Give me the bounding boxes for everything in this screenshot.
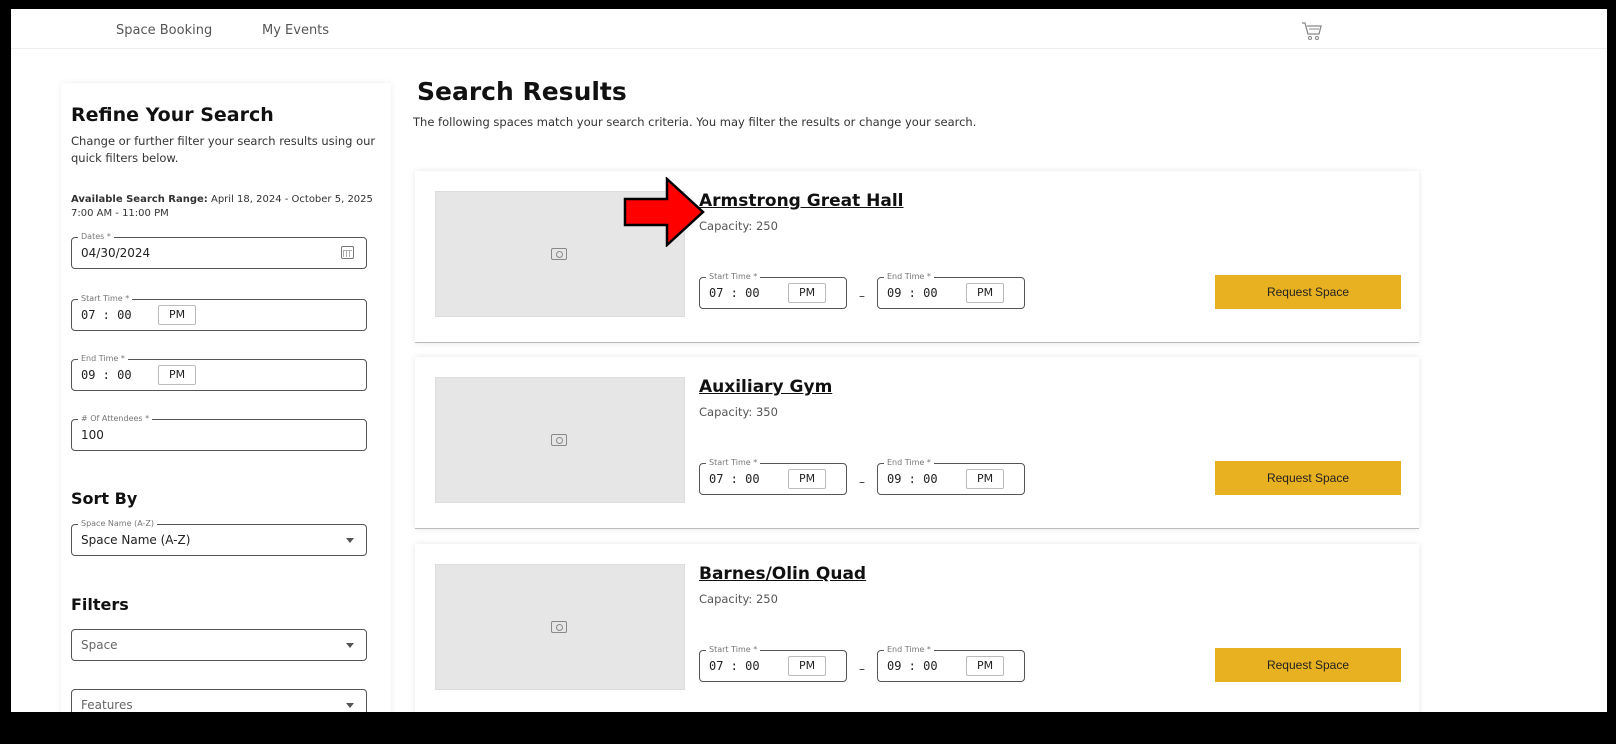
start-time-label: Start Time *	[706, 644, 761, 656]
space-result-card: Armstrong Great Hall Capacity: 250 Start…	[415, 171, 1419, 343]
end-time-field[interactable]: End Time * 09 : 00 PM	[877, 457, 1025, 495]
time-range-dash: –	[859, 289, 865, 303]
calendar-icon[interactable]	[341, 246, 354, 259]
start-time-field[interactable]: Start Time * 07 : 00 PM	[699, 457, 847, 495]
space-name-link[interactable]: Barnes/Olin Quad	[699, 564, 866, 584]
camera-icon	[551, 621, 567, 633]
space-name-link[interactable]: Armstrong Great Hall	[699, 191, 904, 211]
space-result-card: Barnes/Olin Quad Capacity: 250 Start Tim…	[415, 544, 1419, 712]
end-time-field[interactable]: End Time * 09 : 00 PM	[71, 353, 367, 391]
start-time-ampm[interactable]: PM	[158, 305, 196, 325]
sort-by-value: Space Name (A-Z)	[81, 533, 191, 547]
camera-icon	[551, 434, 567, 446]
end-time-value[interactable]: 09 : 00	[81, 368, 132, 382]
range-label: Available Search Range:	[71, 194, 208, 205]
space-name-link[interactable]: Auxiliary Gym	[699, 377, 832, 397]
refine-search-description: Change or further filter your search res…	[71, 134, 376, 165]
features-filter-placeholder: Features	[81, 698, 133, 712]
end-time-value[interactable]: 09 : 00	[887, 472, 938, 486]
end-time-ampm[interactable]: PM	[158, 365, 196, 385]
space-capacity: Capacity: 250	[699, 592, 778, 606]
chevron-down-icon	[346, 703, 354, 708]
sort-by-heading: Sort By	[71, 489, 138, 508]
space-image-placeholder	[435, 564, 685, 690]
refine-search-title: Refine Your Search	[71, 104, 274, 126]
start-time-value[interactable]: 07 : 00	[709, 286, 760, 300]
space-result-card: Auxiliary Gym Capacity: 350 Start Time *…	[415, 357, 1419, 529]
end-time-label: End Time *	[78, 353, 128, 365]
end-time-label: End Time *	[884, 457, 934, 469]
space-filter-placeholder: Space	[81, 638, 118, 652]
end-time-ampm[interactable]: PM	[966, 283, 1004, 303]
red-arrow-annotation-icon	[623, 177, 705, 247]
end-time-field[interactable]: End Time * 09 : 00 PM	[877, 271, 1025, 309]
search-results-description: The following spaces match your search c…	[413, 115, 977, 129]
start-time-field[interactable]: Start Time * 07 : 00 PM	[699, 644, 847, 682]
start-time-value[interactable]: 07 : 00	[709, 472, 760, 486]
attendees-field[interactable]: # Of Attendees * 100	[71, 413, 367, 451]
attendees-value: 100	[81, 428, 104, 442]
page-frame: Space Booking My Events Refine Your Sear…	[11, 9, 1607, 712]
start-time-field[interactable]: Start Time * 07 : 00 PM	[699, 271, 847, 309]
end-time-ampm[interactable]: PM	[966, 656, 1004, 676]
start-time-field[interactable]: Start Time * 07 : 00 PM	[71, 293, 367, 331]
space-filter-select[interactable]: Space	[71, 629, 367, 661]
page-title: Search Results	[417, 77, 627, 106]
camera-icon	[551, 248, 567, 260]
end-time-label: End Time *	[884, 644, 934, 656]
dates-label: Dates *	[78, 231, 114, 243]
start-time-value[interactable]: 07 : 00	[709, 659, 760, 673]
start-time-label: Start Time *	[78, 293, 133, 305]
start-time-ampm[interactable]: PM	[788, 283, 826, 303]
cart-icon[interactable]	[1301, 21, 1323, 41]
refine-search-panel: Refine Your Search Change or further fil…	[61, 83, 391, 712]
features-filter-select[interactable]: Features	[71, 689, 367, 712]
nav-my-events[interactable]: My Events	[262, 23, 329, 38]
request-space-button[interactable]: Request Space	[1215, 275, 1401, 309]
end-time-label: End Time *	[884, 271, 934, 283]
nav-space-booking[interactable]: Space Booking	[116, 23, 212, 38]
start-time-ampm[interactable]: PM	[788, 469, 826, 489]
start-time-value[interactable]: 07 : 00	[81, 308, 132, 322]
sort-by-label: Space Name (A-Z)	[78, 518, 157, 530]
end-time-ampm[interactable]: PM	[966, 469, 1004, 489]
time-range-dash: –	[859, 475, 865, 489]
sort-by-select[interactable]: Space Name (A-Z) Space Name (A-Z)	[71, 518, 367, 556]
chevron-down-icon	[346, 538, 354, 543]
chevron-down-icon	[346, 643, 354, 648]
available-search-range: Available Search Range: April 18, 2024 -…	[71, 193, 383, 221]
top-nav: Space Booking My Events	[11, 9, 1607, 49]
attendees-label: # Of Attendees *	[78, 413, 153, 425]
space-image-placeholder	[435, 377, 685, 503]
start-time-label: Start Time *	[706, 457, 761, 469]
end-time-value[interactable]: 09 : 00	[887, 659, 938, 673]
time-range-dash: –	[859, 662, 865, 676]
filters-heading: Filters	[71, 595, 129, 614]
space-capacity: Capacity: 350	[699, 405, 778, 419]
end-time-field[interactable]: End Time * 09 : 00 PM	[877, 644, 1025, 682]
request-space-button[interactable]: Request Space	[1215, 461, 1401, 495]
dates-value: 04/30/2024	[81, 246, 151, 260]
end-time-value[interactable]: 09 : 00	[887, 286, 938, 300]
dates-field[interactable]: Dates * 04/30/2024	[71, 231, 367, 269]
request-space-button[interactable]: Request Space	[1215, 648, 1401, 682]
start-time-ampm[interactable]: PM	[788, 656, 826, 676]
space-capacity: Capacity: 250	[699, 219, 778, 233]
start-time-label: Start Time *	[706, 271, 761, 283]
